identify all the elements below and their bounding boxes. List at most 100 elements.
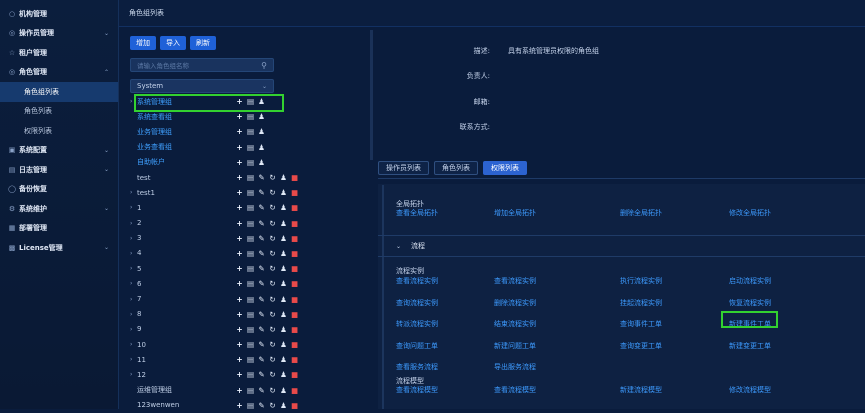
edit-icon[interactable]: ✎ bbox=[258, 295, 265, 303]
add-icon[interactable]: + bbox=[236, 204, 243, 212]
permission-item[interactable]: 导出服务流程 bbox=[494, 362, 536, 372]
edit-icon[interactable]: ✎ bbox=[258, 371, 265, 379]
add-icon[interactable]: + bbox=[236, 235, 243, 243]
permission-item[interactable]: 新建流程模型 bbox=[620, 385, 662, 395]
permission-scrollbar[interactable] bbox=[382, 185, 384, 409]
add-icon[interactable]: + bbox=[236, 128, 243, 136]
sync-icon[interactable]: ↻ bbox=[269, 204, 276, 212]
document-icon[interactable]: ▤ bbox=[247, 356, 254, 364]
sync-icon[interactable]: ↻ bbox=[269, 310, 276, 318]
user-icon[interactable]: ♟ bbox=[280, 265, 287, 273]
chevron-right-icon[interactable]: › bbox=[130, 235, 137, 242]
tree-node[interactable]: 自助帐户 bbox=[130, 157, 230, 167]
document-icon[interactable]: ▤ bbox=[247, 341, 254, 349]
chevron-down-icon[interactable]: ⌄ bbox=[396, 243, 401, 250]
permission-item[interactable]: 修改流程模型 bbox=[729, 385, 771, 395]
permission-item[interactable]: 删除流程实例 bbox=[494, 298, 536, 308]
edit-icon[interactable]: ✎ bbox=[258, 189, 265, 197]
tree-node[interactable]: › 3 bbox=[130, 234, 230, 242]
tree-node[interactable]: › 2 bbox=[130, 219, 230, 227]
permission-item[interactable]: 增加全局拓扑 bbox=[494, 208, 536, 218]
tree-node[interactable]: › 7 bbox=[130, 295, 230, 303]
add-icon[interactable]: + bbox=[236, 386, 243, 394]
chevron-right-icon[interactable]: › bbox=[130, 220, 137, 227]
sync-icon[interactable]: ↻ bbox=[269, 295, 276, 303]
sync-icon[interactable]: ↻ bbox=[269, 326, 276, 334]
add-icon[interactable]: + bbox=[236, 341, 243, 349]
chevron-right-icon[interactable]: › bbox=[130, 189, 137, 196]
delete-icon[interactable]: ■ bbox=[291, 310, 298, 318]
chevron-right-icon[interactable]: › bbox=[130, 371, 137, 378]
chevron-right-icon[interactable]: › bbox=[130, 341, 137, 348]
add-icon[interactable]: + bbox=[236, 219, 243, 227]
permission-item[interactable]: 新建问题工单 bbox=[494, 341, 536, 351]
document-icon[interactable]: ▤ bbox=[247, 402, 254, 410]
delete-icon[interactable]: ■ bbox=[291, 219, 298, 227]
refresh-button[interactable]: 刷新 bbox=[190, 36, 216, 50]
sidebar-item[interactable]: ▣ 系统配置 ⌄ bbox=[0, 141, 118, 161]
delete-icon[interactable]: ■ bbox=[291, 265, 298, 273]
tab-roles[interactable]: 角色列表 bbox=[434, 161, 478, 175]
add-icon[interactable]: + bbox=[236, 174, 243, 182]
search-input[interactable]: 请输入角色组名称 ⚲ bbox=[130, 58, 274, 72]
add-icon[interactable]: + bbox=[236, 280, 243, 288]
tree-row[interactable]: 自助帐户 + ▤ ♟ bbox=[130, 155, 310, 170]
edit-icon[interactable]: ✎ bbox=[258, 219, 265, 227]
tree-node[interactable]: test bbox=[130, 174, 230, 182]
user-icon[interactable]: ♟ bbox=[280, 371, 287, 379]
delete-icon[interactable]: ■ bbox=[291, 326, 298, 334]
chevron-right-icon[interactable]: › bbox=[130, 356, 137, 363]
edit-icon[interactable]: ✎ bbox=[258, 356, 265, 364]
tree-node[interactable]: 123wenwen bbox=[130, 401, 230, 409]
edit-icon[interactable]: ✎ bbox=[258, 204, 265, 212]
sidebar-item[interactable]: 角色列表 bbox=[0, 102, 118, 122]
tree-node[interactable]: › 4 bbox=[130, 249, 230, 257]
document-icon[interactable]: ▤ bbox=[247, 219, 254, 227]
document-icon[interactable]: ▤ bbox=[247, 204, 254, 212]
tree-row[interactable]: › 2 + ▤ ✎ ↻ ♟ ■ bbox=[130, 216, 310, 231]
delete-icon[interactable]: ■ bbox=[291, 174, 298, 182]
delete-icon[interactable]: ■ bbox=[291, 356, 298, 364]
tree-row[interactable]: › 1 + ▤ ✎ ↻ ♟ ■ bbox=[130, 200, 310, 215]
sync-icon[interactable]: ↻ bbox=[269, 235, 276, 243]
chevron-right-icon[interactable]: › bbox=[130, 296, 137, 303]
add-icon[interactable]: + bbox=[236, 326, 243, 334]
document-icon[interactable]: ▤ bbox=[247, 143, 254, 151]
sidebar-item[interactable]: ⚙ 系统维护 ⌄ bbox=[0, 199, 118, 219]
user-icon[interactable]: ♟ bbox=[280, 310, 287, 318]
permission-item[interactable]: 恢复流程实例 bbox=[729, 298, 771, 308]
permission-item[interactable]: 查询变更工单 bbox=[620, 341, 662, 351]
sidebar-item[interactable]: ▩ License管理 ⌄ bbox=[0, 238, 118, 258]
add-icon[interactable]: + bbox=[236, 371, 243, 379]
sync-icon[interactable]: ↻ bbox=[269, 189, 276, 197]
permission-item[interactable]: 查询问题工单 bbox=[396, 341, 438, 351]
permission-item[interactable]: 新建变更工单 bbox=[729, 341, 771, 351]
document-icon[interactable]: ▤ bbox=[247, 295, 254, 303]
add-icon[interactable]: + bbox=[236, 356, 243, 364]
document-icon[interactable]: ▤ bbox=[247, 386, 254, 394]
tree-node[interactable]: › test1 bbox=[130, 189, 230, 197]
add-icon[interactable]: + bbox=[236, 402, 243, 410]
tree-row[interactable]: › 11 + ▤ ✎ ↻ ♟ ■ bbox=[130, 352, 310, 367]
permission-item[interactable]: 查询流程实例 bbox=[396, 298, 438, 308]
document-icon[interactable]: ▤ bbox=[247, 128, 254, 136]
user-icon[interactable]: ♟ bbox=[280, 250, 287, 258]
permission-item[interactable]: 删除全局拓扑 bbox=[620, 208, 662, 218]
user-icon[interactable]: ♟ bbox=[280, 295, 287, 303]
tree-row[interactable]: › 5 + ▤ ✎ ↻ ♟ ■ bbox=[130, 261, 310, 276]
tree-row[interactable]: test + ▤ ✎ ↻ ♟ ■ bbox=[130, 170, 310, 185]
import-button[interactable]: 导入 bbox=[160, 36, 186, 50]
user-icon[interactable]: ♟ bbox=[280, 219, 287, 227]
sync-icon[interactable]: ↻ bbox=[269, 341, 276, 349]
sync-icon[interactable]: ↻ bbox=[269, 386, 276, 394]
tree-row[interactable]: 123wenwen + ▤ ✎ ↻ ♟ ■ bbox=[130, 398, 310, 413]
tree-node[interactable]: › 5 bbox=[130, 265, 230, 273]
tree-row[interactable]: 业务管理组 + ▤ ♟ bbox=[130, 124, 310, 139]
sync-icon[interactable]: ↻ bbox=[269, 265, 276, 273]
tree-node[interactable]: 业务查看组 bbox=[130, 142, 230, 152]
tree-row[interactable]: › 8 + ▤ ✎ ↻ ♟ ■ bbox=[130, 307, 310, 322]
permission-item[interactable]: 结束流程实例 bbox=[494, 319, 536, 329]
user-icon[interactable]: ♟ bbox=[280, 189, 287, 197]
user-icon[interactable]: ♟ bbox=[280, 174, 287, 182]
tree-node[interactable]: › 1 bbox=[130, 204, 230, 212]
